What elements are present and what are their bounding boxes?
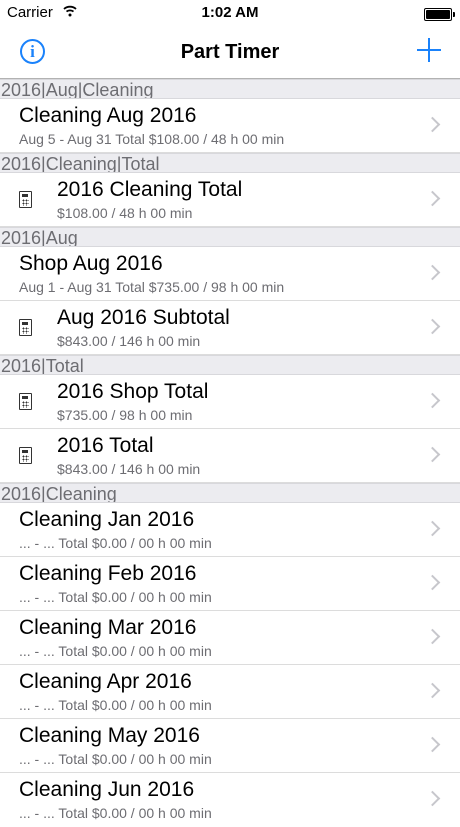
chevron-right-icon xyxy=(424,736,441,753)
chevron-right-icon xyxy=(424,264,441,281)
list-item[interactable]: Cleaning Aug 2016 Aug 5 - Aug 31 Total $… xyxy=(0,99,460,153)
list-item[interactable]: Cleaning Mar 2016 ... - ... Total $0.00 … xyxy=(0,611,460,665)
section-header: 2016|Aug xyxy=(0,227,460,247)
item-subtitle: $843.00 / 146 h 00 min xyxy=(57,333,201,349)
item-title: Cleaning Aug 2016 xyxy=(19,104,197,127)
chevron-right-icon xyxy=(424,446,441,463)
item-title: 2016 Total xyxy=(57,434,154,457)
add-icon[interactable] xyxy=(417,38,441,62)
timesheet-table: 2016|Aug|Cleaning Cleaning Aug 2016 Aug … xyxy=(0,79,460,827)
list-item[interactable]: 2016 Total $843.00 / 146 h 00 min xyxy=(0,429,460,483)
chevron-right-icon xyxy=(424,318,441,335)
battery-icon xyxy=(424,8,455,21)
item-subtitle: $108.00 / 48 h 00 min xyxy=(57,205,193,221)
item-subtitle: $843.00 / 146 h 00 min xyxy=(57,461,201,477)
calculator-icon xyxy=(19,191,32,208)
item-title: Aug 2016 Subtotal xyxy=(57,306,230,329)
chevron-right-icon xyxy=(424,682,441,699)
section-header: 2016|Total xyxy=(0,355,460,375)
item-title: Cleaning Mar 2016 xyxy=(19,616,197,639)
item-title: 2016 Shop Total xyxy=(57,380,209,403)
section-header: 2016|Cleaning|Total xyxy=(0,153,460,173)
navigation-bar: i Part Timer xyxy=(0,27,460,79)
calculator-icon xyxy=(19,393,32,410)
item-title: Cleaning Jun 2016 xyxy=(19,778,195,801)
item-title: Cleaning Jan 2016 xyxy=(19,508,195,531)
item-subtitle: ... - ... Total $0.00 / 00 h 00 min xyxy=(19,751,212,767)
item-title: 2016 Cleaning Total xyxy=(57,178,243,201)
item-title: Shop Aug 2016 xyxy=(19,252,163,275)
chevron-right-icon xyxy=(424,392,441,409)
list-item[interactable]: Cleaning May 2016 ... - ... Total $0.00 … xyxy=(0,719,460,773)
list-item[interactable]: Cleaning Jan 2016 ... - ... Total $0.00 … xyxy=(0,503,460,557)
item-subtitle: ... - ... Total $0.00 / 00 h 00 min xyxy=(19,643,212,659)
chevron-right-icon xyxy=(424,520,441,537)
item-title: Cleaning Feb 2016 xyxy=(19,562,197,585)
chevron-right-icon xyxy=(424,628,441,645)
list-item[interactable]: 2016 Cleaning Total $108.00 / 48 h 00 mi… xyxy=(0,173,460,227)
status-bar: Carrier 1:02 AM xyxy=(0,0,460,27)
list-item[interactable]: Cleaning Jun 2016 ... - ... Total $0.00 … xyxy=(0,773,460,827)
list-item[interactable]: Cleaning Feb 2016 ... - ... Total $0.00 … xyxy=(0,557,460,611)
item-subtitle: ... - ... Total $0.00 / 00 h 00 min xyxy=(19,535,212,551)
item-subtitle: ... - ... Total $0.00 / 00 h 00 min xyxy=(19,589,212,605)
item-subtitle: Aug 5 - Aug 31 Total $108.00 / 48 h 00 m… xyxy=(19,131,285,147)
calculator-icon xyxy=(19,447,32,464)
chevron-right-icon xyxy=(424,574,441,591)
chevron-right-icon xyxy=(424,116,441,133)
item-subtitle: ... - ... Total $0.00 / 00 h 00 min xyxy=(19,697,212,713)
chevron-right-icon xyxy=(424,190,441,207)
list-item[interactable]: Cleaning Apr 2016 ... - ... Total $0.00 … xyxy=(0,665,460,719)
section-header: 2016|Cleaning xyxy=(0,483,460,503)
item-subtitle: $735.00 / 98 h 00 min xyxy=(57,407,193,423)
calculator-icon xyxy=(19,319,32,336)
list-item[interactable]: Aug 2016 Subtotal $843.00 / 146 h 00 min xyxy=(0,301,460,355)
item-title: Cleaning May 2016 xyxy=(19,724,200,747)
item-title: Cleaning Apr 2016 xyxy=(19,670,192,693)
list-item[interactable]: 2016 Shop Total $735.00 / 98 h 00 min xyxy=(0,375,460,429)
section-header: 2016|Aug|Cleaning xyxy=(0,79,460,99)
item-subtitle: Aug 1 - Aug 31 Total $735.00 / 98 h 00 m… xyxy=(19,279,285,295)
page-title: Part Timer xyxy=(180,41,280,63)
item-subtitle: ... - ... Total $0.00 / 00 h 00 min xyxy=(19,805,212,821)
list-item[interactable]: Shop Aug 2016 Aug 1 - Aug 31 Total $735.… xyxy=(0,247,460,301)
clock: 1:02 AM xyxy=(201,4,259,21)
chevron-right-icon xyxy=(424,790,441,807)
